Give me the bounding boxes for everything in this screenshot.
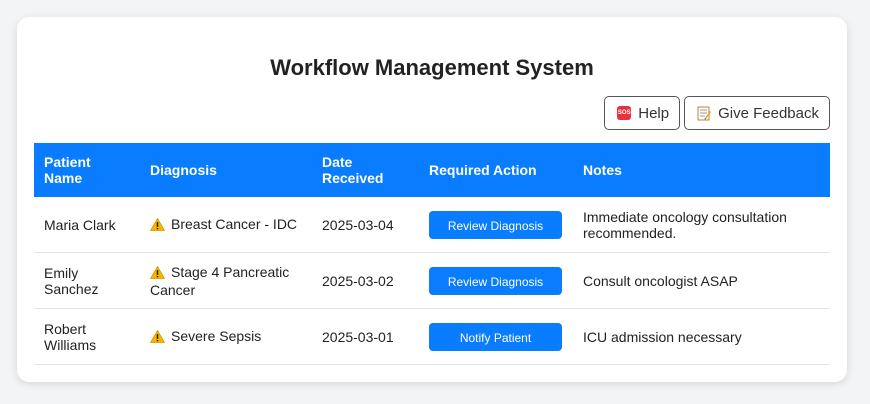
- header-notes: Notes: [573, 143, 830, 197]
- page-title: Workflow Management System: [270, 55, 594, 80]
- warning-icon: [149, 217, 166, 234]
- diagnosis-cell: Severe Sepsis: [140, 308, 312, 365]
- header-patient-name: Patient Name: [34, 143, 140, 197]
- toolbar: SOS Help Give Feedback: [604, 96, 830, 130]
- action-cell: Review Diagnosis: [419, 197, 573, 253]
- diagnosis-cell: Breast Cancer - IDC: [140, 197, 312, 253]
- header-date-received: Date Received: [312, 143, 419, 197]
- diagnosis-text: Stage 4 Pancreatic Cancer: [150, 263, 290, 298]
- patient-name-cell: Robert Williams: [34, 308, 140, 365]
- date-cell: 2025-03-01: [312, 308, 419, 365]
- notes-cell: Consult oncologist ASAP: [573, 252, 830, 309]
- diagnosis-cell: Stage 4 Pancreatic Cancer: [140, 252, 312, 309]
- header-diagnosis: Diagnosis: [140, 143, 312, 197]
- date-cell: 2025-03-04: [312, 197, 419, 253]
- sos-icon: SOS: [617, 106, 632, 120]
- table-row: Maria Clark Breast Cancer - IDC 2025-03-…: [34, 197, 830, 253]
- warning-icon: [149, 329, 166, 346]
- main-card: Workflow Management System SOS Help Give…: [17, 17, 847, 382]
- memo-icon: [697, 106, 712, 121]
- diagnosis-text: Severe Sepsis: [171, 327, 262, 344]
- notes-cell: ICU admission necessary: [573, 308, 830, 365]
- action-cell: Notify Patient: [419, 308, 573, 365]
- date-cell: 2025-03-02: [312, 252, 419, 309]
- help-button[interactable]: SOS Help: [604, 96, 681, 130]
- patient-name-cell: Emily Sanchez: [34, 252, 140, 309]
- table-header-row: Patient Name Diagnosis Date Received Req…: [34, 143, 830, 197]
- diagnosis-text: Breast Cancer - IDC: [171, 215, 298, 232]
- warning-icon: [149, 265, 166, 282]
- notes-cell: Immediate oncology consultation recommen…: [573, 197, 830, 253]
- table-row: Robert Williams Severe Sepsis 2025-03-01…: [34, 308, 830, 365]
- action-cell: Review Diagnosis: [419, 252, 573, 309]
- header-required-action: Required Action: [419, 143, 573, 197]
- give-feedback-button-label: Give Feedback: [718, 104, 819, 122]
- patient-name-cell: Maria Clark: [34, 197, 140, 253]
- review-diagnosis-button[interactable]: Review Diagnosis: [429, 210, 562, 239]
- notify-patient-button[interactable]: Notify Patient: [429, 322, 562, 351]
- give-feedback-button[interactable]: Give Feedback: [684, 96, 830, 130]
- table-row: Emily Sanchez Stage 4 Pancreatic Cancer …: [34, 252, 830, 309]
- review-diagnosis-button[interactable]: Review Diagnosis: [429, 266, 562, 295]
- patient-table: Patient Name Diagnosis Date Received Req…: [34, 143, 830, 365]
- help-button-label: Help: [638, 104, 670, 122]
